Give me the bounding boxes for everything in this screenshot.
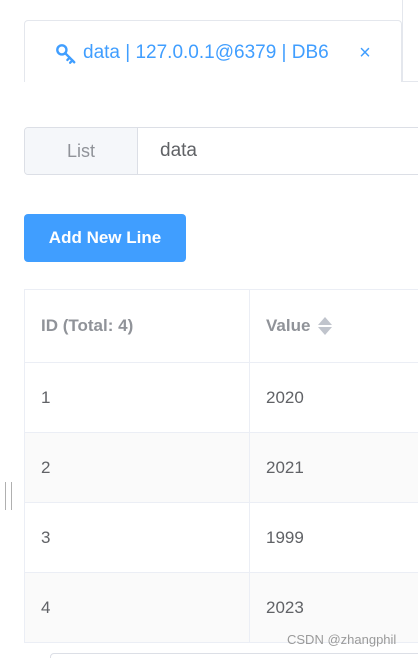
page: data | 127.0.0.1@6379 | DB6 × List Add N… <box>0 0 418 658</box>
tab-title: data | 127.0.0.1@6379 | DB6 <box>83 42 329 63</box>
table-row[interactable]: 1 2020 <box>25 363 418 433</box>
tab-key-data[interactable]: data | 127.0.0.1@6379 | DB6 × <box>24 20 402 82</box>
cell-value: 2021 <box>266 457 304 477</box>
key-name-input[interactable] <box>138 128 418 174</box>
cell-id: 2 <box>25 433 250 502</box>
sort-icon[interactable] <box>318 316 333 336</box>
cell-value: 2020 <box>266 387 304 407</box>
cell-value: 1999 <box>266 527 304 547</box>
cell-id: 4 <box>25 573 250 642</box>
add-new-line-button[interactable]: Add New Line <box>24 214 186 262</box>
column-header-value-label: Value <box>266 316 311 335</box>
column-header-id-label: ID (Total: 4) <box>41 316 134 335</box>
tab-bar-rule <box>402 81 418 82</box>
close-icon[interactable]: × <box>355 41 375 65</box>
pagination-box <box>50 653 418 658</box>
key-icon <box>56 44 76 64</box>
key-input-group: List <box>24 127 418 175</box>
watermark: CSDN @zhangphil <box>287 632 397 647</box>
cell-id: 1 <box>25 363 250 432</box>
data-table: ID (Total: 4) Value 1 2020 2 2021 3 1999… <box>24 289 418 643</box>
tab-divider <box>402 0 403 82</box>
cell-id: 3 <box>25 503 250 572</box>
table-row[interactable]: 2 2021 <box>25 433 418 503</box>
table-header: ID (Total: 4) Value <box>25 290 418 363</box>
table-row[interactable]: 3 1999 <box>25 503 418 573</box>
column-header-id: ID (Total: 4) <box>25 290 250 362</box>
resize-handle[interactable] <box>5 482 12 510</box>
column-header-value[interactable]: Value <box>250 290 418 362</box>
key-type-label: List <box>25 128 138 174</box>
